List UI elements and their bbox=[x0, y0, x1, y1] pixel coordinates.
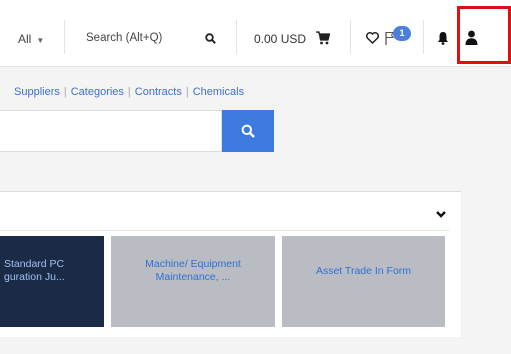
bell-icon[interactable] bbox=[437, 31, 449, 45]
search-icon[interactable] bbox=[205, 33, 216, 44]
divider bbox=[350, 20, 351, 54]
tile-title-line: Machine/ Equipment bbox=[145, 258, 241, 270]
tile-title: Asset Trade In Form bbox=[290, 265, 437, 278]
tile-title: Standard PC guration Ju... bbox=[4, 258, 100, 284]
filter-label: All bbox=[18, 32, 32, 46]
tile-title-line: guration Ju... bbox=[4, 271, 65, 283]
search-icon bbox=[241, 124, 255, 138]
main-search-input[interactable] bbox=[0, 110, 222, 152]
link-contracts[interactable]: Contracts bbox=[135, 86, 182, 98]
notification-count-badge: 1 bbox=[393, 26, 411, 41]
link-suppliers[interactable]: Suppliers bbox=[14, 86, 60, 98]
tile-title-line: Asset Trade In Form bbox=[315, 265, 412, 277]
cart-total[interactable]: 0.00 USD bbox=[254, 32, 306, 46]
cart-icon[interactable] bbox=[316, 31, 331, 45]
heart-icon[interactable] bbox=[366, 32, 379, 45]
header-search-input[interactable]: Search (Alt+Q) bbox=[86, 32, 162, 44]
top-bar: All ▼ Search (Alt+Q) 0.00 USD 1 bbox=[0, 0, 511, 67]
link-categories[interactable]: Categories bbox=[71, 86, 124, 98]
quick-links: Suppliers | Categories | Contracts | Chemicals bbox=[14, 86, 244, 98]
link-separator: | bbox=[127, 86, 131, 98]
link-chemicals[interactable]: Chemicals bbox=[193, 86, 244, 98]
divider bbox=[236, 20, 237, 54]
category-filter-dropdown[interactable]: All ▼ bbox=[18, 32, 44, 46]
highlight-annotation bbox=[457, 6, 511, 64]
panel-divider bbox=[0, 230, 449, 231]
chevron-down-icon[interactable] bbox=[434, 208, 448, 218]
tile-title-line: Standard PC bbox=[4, 258, 65, 270]
catalog-tile[interactable]: Standard PC guration Ju... bbox=[0, 236, 104, 327]
catalog-tile[interactable]: Asset Trade In Form bbox=[282, 236, 445, 327]
catalog-tile[interactable]: Machine/ Equipment Maintenance, ... bbox=[111, 236, 275, 327]
divider bbox=[64, 20, 65, 54]
main-search-button[interactable] bbox=[222, 110, 274, 152]
link-separator: | bbox=[63, 86, 67, 98]
catalog-panel: Standard PC guration Ju... Machine/ Equi… bbox=[0, 191, 461, 337]
divider bbox=[423, 20, 424, 54]
chevron-down-icon: ▼ bbox=[36, 36, 45, 45]
tile-title-line: Maintenance, ... bbox=[155, 271, 231, 283]
link-separator: | bbox=[185, 86, 189, 98]
tile-title: Machine/ Equipment Maintenance, ... bbox=[119, 258, 267, 284]
